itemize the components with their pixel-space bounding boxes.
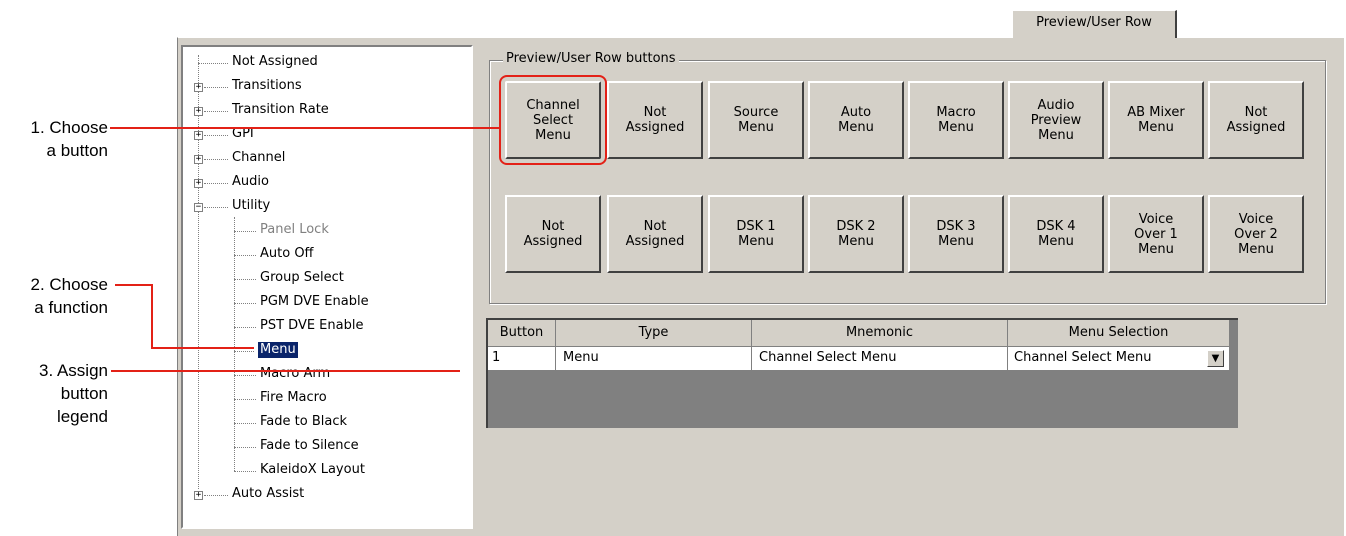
row-button-2[interactable]: Not Assigned — [607, 81, 703, 159]
tree-line — [234, 255, 256, 256]
row-button-6[interactable]: Audio Preview Menu — [1008, 81, 1104, 159]
tree-line — [234, 423, 256, 424]
tree-line — [234, 471, 256, 472]
tree-line — [204, 87, 228, 88]
expand-icon[interactable]: + — [194, 107, 203, 116]
tree-item-not-assigned[interactable]: Not Assigned — [232, 54, 318, 70]
menu-selection-dropdown[interactable]: Channel Select Menu ▼ — [1008, 347, 1230, 371]
tree-line — [204, 183, 228, 184]
expand-icon[interactable]: + — [194, 155, 203, 164]
tree-item-panel-lock: Panel Lock — [260, 222, 329, 237]
tree-line — [234, 327, 256, 328]
tab-preview-user-row[interactable]: Preview/User Row — [1012, 10, 1177, 38]
tree-item-transition-rate[interactable]: Transition Rate — [232, 102, 329, 118]
row-button-11[interactable]: DSK 1 Menu — [708, 195, 804, 273]
column-header-type[interactable]: Type — [556, 320, 752, 347]
dropdown-arrow-icon[interactable]: ▼ — [1207, 350, 1224, 367]
tree-line — [234, 303, 256, 304]
row-button-12[interactable]: DSK 2 Menu — [808, 195, 904, 273]
tree-line — [234, 447, 256, 448]
tree-item-fade-to-black[interactable]: Fade to Black — [260, 414, 347, 430]
cell-button[interactable]: 1 — [488, 347, 556, 371]
tree-line — [198, 63, 228, 64]
tree-line — [204, 159, 228, 160]
expand-icon[interactable]: + — [194, 83, 203, 92]
tree-line — [204, 495, 228, 496]
tree-item-auto-assist[interactable]: Auto Assist — [232, 486, 304, 502]
row-button-14[interactable]: DSK 4 Menu — [1008, 195, 1104, 273]
annotation-assign-legend: 3. Assign button legend — [39, 361, 108, 426]
row-button-10[interactable]: Not Assigned — [607, 195, 703, 273]
row-button-3[interactable]: Source Menu — [708, 81, 804, 159]
menu-selection-value: Channel Select Menu — [1014, 350, 1152, 365]
tree-line — [234, 231, 256, 232]
tree-item-pgm-dve-enable[interactable]: PGM DVE Enable — [260, 294, 369, 310]
assignment-grid: Button Type Mnemonic Menu Selection 1 Me… — [486, 318, 1238, 428]
callout-line-2b — [151, 284, 153, 348]
expand-icon[interactable]: + — [194, 179, 203, 188]
tree-item-utility[interactable]: Utility — [232, 198, 270, 214]
expand-icon[interactable]: + — [194, 131, 203, 140]
cell-mnemonic[interactable]: Channel Select Menu — [752, 347, 1008, 371]
row-button-8[interactable]: Not Assigned — [1208, 81, 1304, 159]
annotation-choose-function: 2. Choose a function — [30, 275, 109, 317]
row-button-4[interactable]: Auto Menu — [808, 81, 904, 159]
tree-item-fire-macro[interactable]: Fire Macro — [260, 390, 327, 406]
tree-item-channel[interactable]: Channel — [232, 150, 285, 166]
tree-item-kaleidox-layout[interactable]: KaleidoX Layout — [260, 462, 365, 478]
tree-item-pst-dve-enable[interactable]: PST DVE Enable — [260, 318, 363, 334]
callout-line-2a — [115, 284, 152, 286]
cell-type[interactable]: Menu — [556, 347, 752, 371]
tree-item-macro-arm[interactable]: Macro Arm — [260, 366, 330, 382]
callout-line-3 — [111, 370, 460, 372]
tree-item-transitions[interactable]: Transitions — [232, 78, 302, 94]
tree-item-audio[interactable]: Audio — [232, 174, 269, 190]
tree-line — [198, 55, 199, 489]
callout-line-2c — [151, 347, 254, 349]
tree-line — [204, 111, 228, 112]
row-button-16[interactable]: Voice Over 2 Menu — [1208, 195, 1304, 273]
collapse-icon[interactable]: − — [194, 203, 203, 212]
function-tree[interactable]: Not Assigned + Transitions + Transition … — [181, 45, 473, 529]
row-button-1[interactable]: Channel Select Menu — [499, 75, 607, 165]
group-title: Preview/User Row buttons — [503, 51, 679, 67]
tree-item-menu[interactable]: Menu — [258, 342, 298, 358]
column-header-menu-selection[interactable]: Menu Selection — [1008, 320, 1230, 347]
row-button-5[interactable]: Macro Menu — [908, 81, 1004, 159]
tree-line — [234, 351, 254, 352]
tree-line — [204, 135, 228, 136]
row-button-13[interactable]: DSK 3 Menu — [908, 195, 1004, 273]
tree-line — [204, 207, 228, 208]
tree-line — [234, 375, 256, 376]
tree-item-auto-off[interactable]: Auto Off — [260, 246, 314, 262]
row-button-15[interactable]: Voice Over 1 Menu — [1108, 195, 1204, 273]
tree-line — [234, 279, 256, 280]
row-button-7[interactable]: AB Mixer Menu — [1108, 81, 1204, 159]
column-header-button[interactable]: Button — [488, 320, 556, 347]
tree-line — [234, 399, 256, 400]
expand-icon[interactable]: + — [194, 491, 203, 500]
annotation-choose-button: 1. Choose a button — [30, 118, 109, 160]
row-button-9[interactable]: Not Assigned — [505, 195, 601, 273]
column-header-mnemonic[interactable]: Mnemonic — [752, 320, 1008, 347]
tree-item-fade-to-silence[interactable]: Fade to Silence — [260, 438, 359, 454]
tree-item-group-select[interactable]: Group Select — [260, 270, 344, 286]
callout-line-1 — [110, 127, 500, 129]
